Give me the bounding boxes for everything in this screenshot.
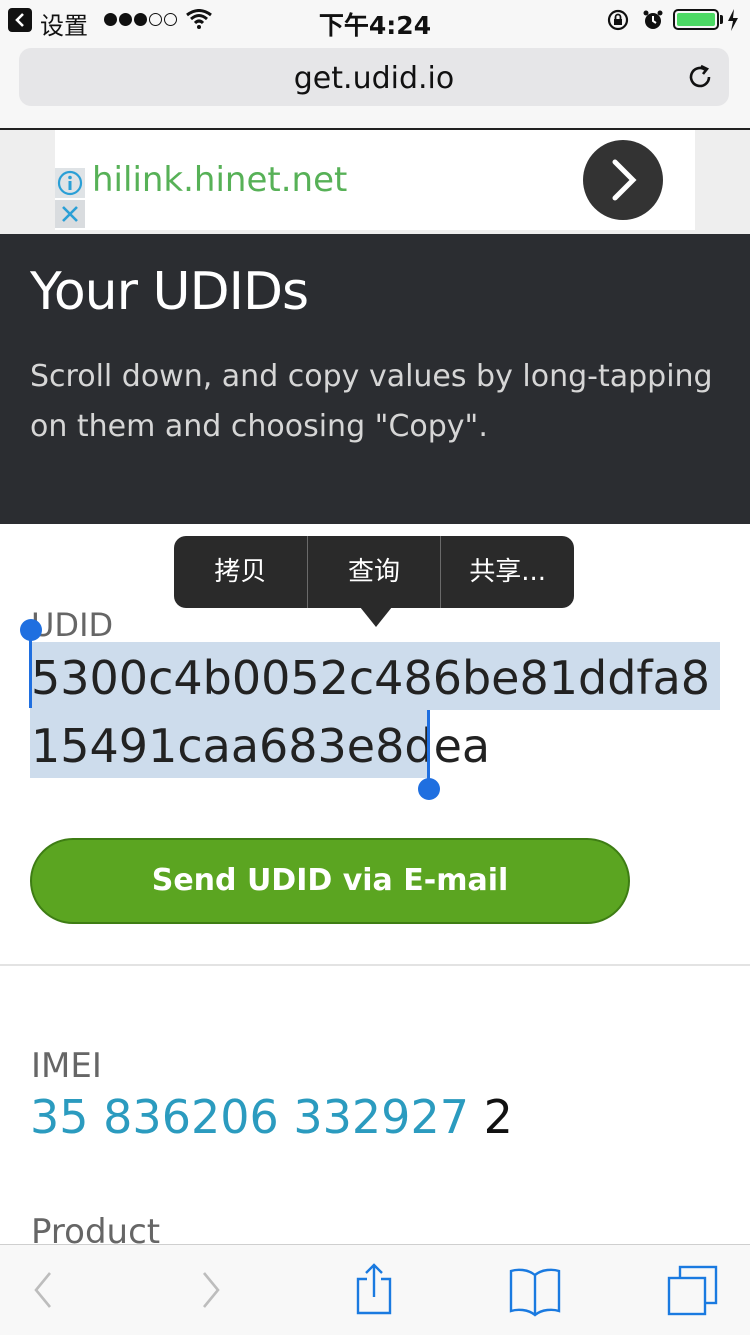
udid-value[interactable]: 5300c4b0052c486be81ddfa815491caa683e8dea (31, 644, 731, 780)
reload-icon[interactable] (685, 62, 715, 92)
imei-value[interactable]: 35 836206 332927 2 (30, 1090, 513, 1144)
hero-subtitle: Scroll down, and copy values by long-tap… (30, 359, 713, 444)
tabs-icon[interactable] (666, 1245, 720, 1335)
selection-start-handle[interactable] (29, 630, 32, 708)
hero-section: Your UDIDs Scroll down, and copy values … (0, 234, 750, 524)
status-bar: 设置 下午4:24 (0, 0, 750, 40)
selection-start-handle-knob[interactable] (20, 619, 42, 641)
battery-icon (673, 9, 719, 30)
lookup-menu-item[interactable]: 查询 (306, 536, 441, 608)
browser-bottom-toolbar (0, 1244, 750, 1335)
info-icon[interactable] (55, 168, 85, 198)
url-text[interactable]: get.udid.io (19, 61, 729, 96)
share-icon[interactable] (352, 1245, 396, 1335)
close-icon[interactable] (55, 200, 85, 228)
chevron-right-icon[interactable] (583, 140, 663, 220)
context-menu-pointer (360, 607, 392, 627)
forward-arrow-icon[interactable] (196, 1245, 226, 1335)
charging-bolt-icon (728, 9, 738, 31)
imei-label: IMEI (31, 1046, 102, 1086)
browser-toolbar: get.udid.io (0, 40, 750, 130)
battery-tip (720, 15, 723, 24)
imei-check-digit: 2 (483, 1090, 513, 1144)
bookmarks-icon[interactable] (508, 1245, 562, 1335)
send-udid-email-button[interactable]: Send UDID via E-mail (30, 838, 630, 924)
page-title: Your UDIDs (30, 262, 309, 322)
udid-label: UDID (31, 606, 114, 644)
section-divider (0, 964, 750, 966)
back-arrow-icon[interactable] (28, 1245, 58, 1335)
selection-end-handle[interactable] (427, 710, 430, 782)
copy-menu-item[interactable]: 拷贝 (174, 536, 307, 608)
share-menu-item[interactable]: 共享... (440, 536, 574, 608)
orientation-lock-icon (607, 9, 629, 31)
edit-context-menu: 拷贝 查询 共享... (174, 536, 574, 608)
selection-end-handle-knob[interactable] (418, 778, 440, 800)
address-bar[interactable]: get.udid.io (19, 48, 729, 106)
status-time: 下午4:24 (318, 11, 432, 40)
ad-domain-link[interactable]: hilink.hinet.net (92, 160, 347, 200)
alarm-icon (643, 10, 663, 29)
imei-number-link[interactable]: 35 836206 332927 (30, 1090, 469, 1144)
